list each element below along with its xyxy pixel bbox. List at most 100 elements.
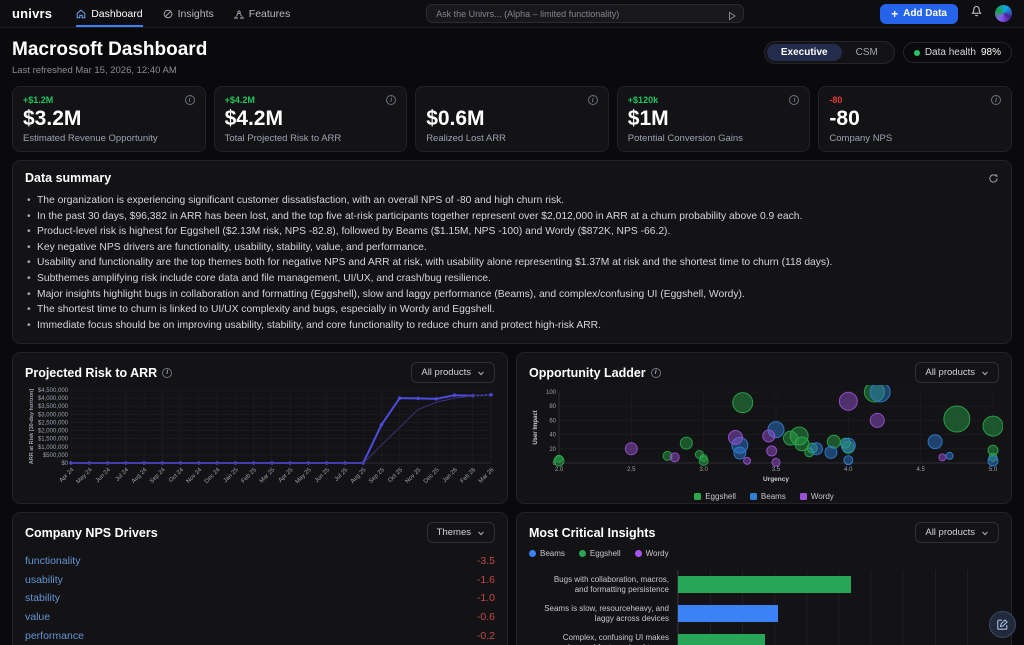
svg-text:$2,500,000: $2,500,000 [38, 421, 69, 427]
view-toggle-executive[interactable]: Executive [767, 44, 842, 61]
legend-label: Eggshell [590, 549, 621, 558]
nav-tabs: Dashboard Insights Features [76, 0, 290, 27]
nav-tab-features[interactable]: Features [234, 0, 290, 27]
driver-value: -1.6 [477, 574, 495, 586]
kpi-value: -80 [829, 107, 1001, 130]
chevron-down-icon [477, 529, 485, 537]
avatar[interactable] [995, 5, 1012, 22]
svg-text:3.5: 3.5 [772, 467, 781, 473]
svg-text:Mar 26: Mar 26 [478, 467, 496, 485]
nps-drivers-title: Company NPS Drivers [25, 526, 158, 540]
legend-dot-icon [635, 550, 642, 557]
add-data-button[interactable]: Add Data [880, 4, 958, 24]
info-icon[interactable] [789, 95, 799, 105]
legend-item-wordy[interactable]: Wordy [800, 492, 834, 501]
plus-icon [891, 7, 898, 21]
svg-text:Dec 24: Dec 24 [204, 467, 222, 485]
svg-text:Urgency: Urgency [763, 476, 789, 483]
legend-item-beams[interactable]: Beams [750, 492, 786, 501]
legend-item-wordy[interactable]: Wordy [635, 549, 669, 558]
kpi-card: +$4.2M$4.2MTotal Projected Risk to ARR [214, 86, 408, 152]
nav-search-area [298, 4, 872, 24]
insight-bar-track [677, 628, 999, 645]
info-icon[interactable] [386, 95, 396, 105]
opportunity-ladder-title: Opportunity Ladder [529, 366, 646, 380]
driver-label[interactable]: functionality [25, 555, 80, 567]
insight-bar[interactable] [678, 634, 765, 645]
ladder-legend: Eggshell Beams Wordy [529, 492, 999, 501]
svg-text:20: 20 [549, 447, 556, 453]
svg-text:Aug 24: Aug 24 [131, 467, 149, 485]
legend-item-beams[interactable]: Beams [529, 549, 565, 558]
summary-bullets: The organization is experiencing signifi… [25, 193, 999, 333]
svg-text:Aug 25: Aug 25 [350, 467, 368, 485]
insight-bar[interactable] [678, 605, 778, 622]
kpi-label: Total Projected Risk to ARR [225, 133, 397, 144]
svg-text:$1,500,000: $1,500,000 [38, 437, 69, 443]
driver-value: -0.6 [477, 611, 495, 623]
driver-label[interactable]: stability [25, 592, 60, 604]
products-filter-dropdown[interactable]: All products [411, 362, 495, 383]
insight-bar[interactable] [678, 576, 851, 593]
svg-text:Feb 26: Feb 26 [460, 467, 478, 485]
health-dot-icon [914, 50, 920, 56]
refresh-icon[interactable] [988, 171, 999, 189]
svg-text:4.0: 4.0 [844, 467, 853, 473]
kpi-value: $1M [628, 107, 800, 130]
kpi-value: $4.2M [225, 107, 397, 130]
app-logo: univrs [12, 6, 52, 21]
search-input[interactable] [426, 4, 744, 23]
nps-drivers-card: Company NPS Drivers Themes functionality… [12, 512, 508, 645]
search-submit-icon[interactable] [728, 8, 737, 26]
health-value: 98% [981, 47, 1001, 58]
legend-dot-icon [579, 550, 586, 557]
svg-text:2.0: 2.0 [555, 467, 564, 473]
kpi-card: -80-80Company NPS [818, 86, 1012, 152]
legend-item-eggshell[interactable]: Eggshell [579, 549, 621, 558]
kpi-value: $0.6M [426, 107, 598, 130]
info-icon[interactable] [588, 95, 598, 105]
nav-tab-insights[interactable]: Insights [163, 0, 214, 27]
svg-text:Mar 25: Mar 25 [259, 467, 277, 485]
info-icon[interactable] [162, 368, 172, 378]
legend-label: Wordy [811, 492, 834, 501]
driver-label[interactable]: value [25, 611, 50, 623]
nav-tab-dashboard[interactable]: Dashboard [76, 0, 142, 27]
kpi-delta: +$120k [628, 95, 658, 105]
svg-text:$500,000: $500,000 [43, 453, 69, 459]
chevron-down-icon [477, 369, 485, 377]
themes-filter-dropdown[interactable]: Themes [427, 522, 495, 543]
svg-text:$0: $0 [61, 461, 68, 467]
driver-label[interactable]: usability [25, 574, 63, 586]
info-icon[interactable] [651, 368, 661, 378]
driver-label[interactable]: performance [25, 630, 84, 642]
products-filter-dropdown[interactable]: All products [915, 362, 999, 383]
driver-row[interactable]: stability-1.0 [25, 589, 495, 608]
nav-tab-label: Dashboard [91, 8, 142, 20]
health-label: Data health [925, 47, 976, 58]
driver-row[interactable]: performance-0.2 [25, 627, 495, 645]
bell-icon[interactable] [970, 5, 983, 23]
kpi-card: +$120k$1MPotential Conversion Gains [617, 86, 811, 152]
legend-label: Beams [761, 492, 786, 501]
view-toggle-csm[interactable]: CSM [842, 44, 892, 61]
edit-fab-button[interactable] [989, 611, 1016, 638]
svg-text:100: 100 [546, 390, 557, 396]
svg-text:Apr 25: Apr 25 [278, 467, 295, 484]
insight-bar-row: Complex, confusing UI makesadvanced feat… [529, 628, 999, 645]
legend-item-eggshell[interactable]: Eggshell [694, 492, 736, 501]
driver-row[interactable]: functionality-3.5 [25, 551, 495, 570]
info-icon[interactable] [185, 95, 195, 105]
info-icon[interactable] [991, 95, 1001, 105]
svg-text:Feb 25: Feb 25 [241, 467, 259, 485]
insight-label: Bugs with collaboration, macros,and form… [529, 575, 677, 594]
products-filter-dropdown[interactable]: All products [915, 522, 999, 543]
legend-swatch-icon [694, 493, 701, 500]
summary-bullet: Subthemes amplifying risk include core d… [25, 271, 999, 287]
driver-row[interactable]: usability -1.6 [25, 570, 495, 589]
pencil-square-icon [996, 618, 1009, 631]
insight-label: Seams is slow, resourceheavy, andlaggy a… [529, 604, 677, 623]
driver-row[interactable]: value -0.6 [25, 608, 495, 627]
svg-text:Sep 24: Sep 24 [149, 467, 167, 485]
opportunity-bubble-chart: 0204060801002.02.53.03.54.04.55.0Urgency… [529, 385, 1003, 486]
